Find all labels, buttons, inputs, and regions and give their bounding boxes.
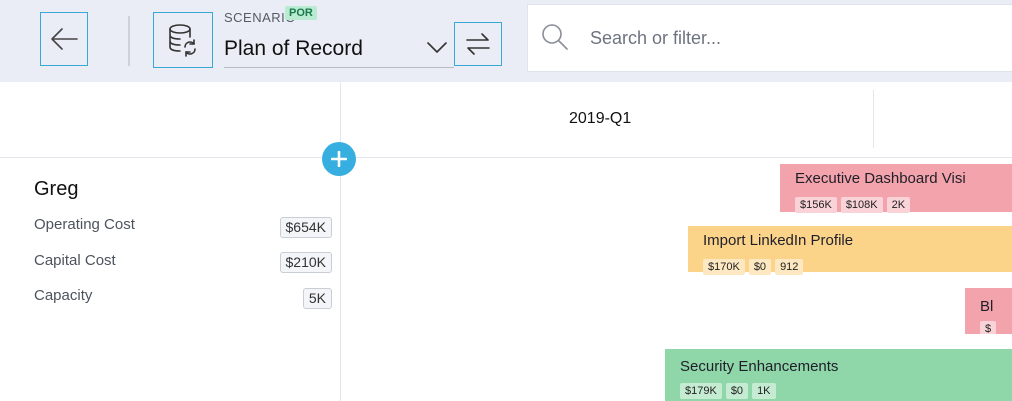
bar-import-linkedin[interactable]: Import LinkedIn Profile $170K $0 912: [688, 226, 1012, 275]
plus-icon: [331, 151, 347, 167]
bar-title: Bl: [980, 298, 994, 315]
swap-arrows-icon: [466, 33, 490, 55]
toolbar-divider: [128, 16, 130, 66]
bar-executive-dashboard[interactable]: Executive Dashboard Visi $156K $108K 2K: [780, 164, 1012, 213]
scenario-select[interactable]: Plan of Record: [224, 37, 363, 61]
capacity-label: Capacity: [34, 287, 93, 304]
arrow-left-icon: [51, 28, 78, 50]
bar-operating-cost: $179K: [680, 383, 722, 399]
bar-title: Import LinkedIn Profile: [703, 232, 854, 249]
search-icon: [542, 24, 568, 50]
add-button[interactable]: [322, 142, 356, 176]
bar-metrics: $: [980, 321, 997, 334]
bar-operating-cost: $170K: [703, 259, 745, 275]
header-divider: [0, 157, 1012, 158]
bar-capital-cost: $108K: [840, 197, 883, 213]
bar-partial-item[interactable]: Bl $: [965, 288, 1012, 334]
search-input[interactable]: [590, 25, 990, 51]
bar-title: Security Enhancements: [680, 358, 839, 375]
database-sync-icon: [169, 24, 196, 57]
scenario-badge: POR: [285, 6, 317, 20]
search-box: [527, 4, 1012, 72]
bar-security-enhancements[interactable]: Security Enhancements $179K $0 1K: [665, 349, 1012, 401]
bar-title: Executive Dashboard Visi: [795, 170, 966, 187]
back-button[interactable]: [40, 12, 88, 66]
operating-cost-value: $654K: [279, 217, 332, 238]
quarter-divider: [873, 90, 874, 148]
bar-capacity: 1K: [752, 383, 776, 399]
quarter-header: 2019-Q1: [569, 110, 632, 127]
bar-capacity: 2K: [886, 197, 911, 213]
bar-capacity: 912: [775, 259, 804, 275]
bar-metrics: $170K $0 912: [703, 259, 804, 275]
bar-capital-cost: $0: [748, 259, 772, 275]
chevron-down-icon[interactable]: [426, 36, 448, 58]
capital-cost-value: $210K: [279, 252, 332, 273]
swap-scenario-button[interactable]: [454, 22, 502, 66]
capacity-value: 5K: [302, 288, 332, 309]
capital-cost-label: Capital Cost: [34, 252, 116, 269]
bar-metrics: $156K $108K 2K: [795, 197, 911, 213]
operating-cost-label: Operating Cost: [34, 216, 135, 233]
bar-metrics: $179K $0 1K: [680, 383, 776, 399]
bar-operating-cost: $156K: [795, 197, 837, 213]
scenario-select-underline: [224, 67, 454, 68]
bar-capital-cost: $0: [725, 383, 749, 399]
toolbar: SCENARIO POR Plan of Record: [0, 0, 1012, 82]
bar-operating-cost: $: [980, 321, 997, 334]
timeline-divider: [340, 82, 341, 401]
owner-name: Greg: [34, 178, 79, 200]
scenario-button[interactable]: [153, 12, 213, 68]
